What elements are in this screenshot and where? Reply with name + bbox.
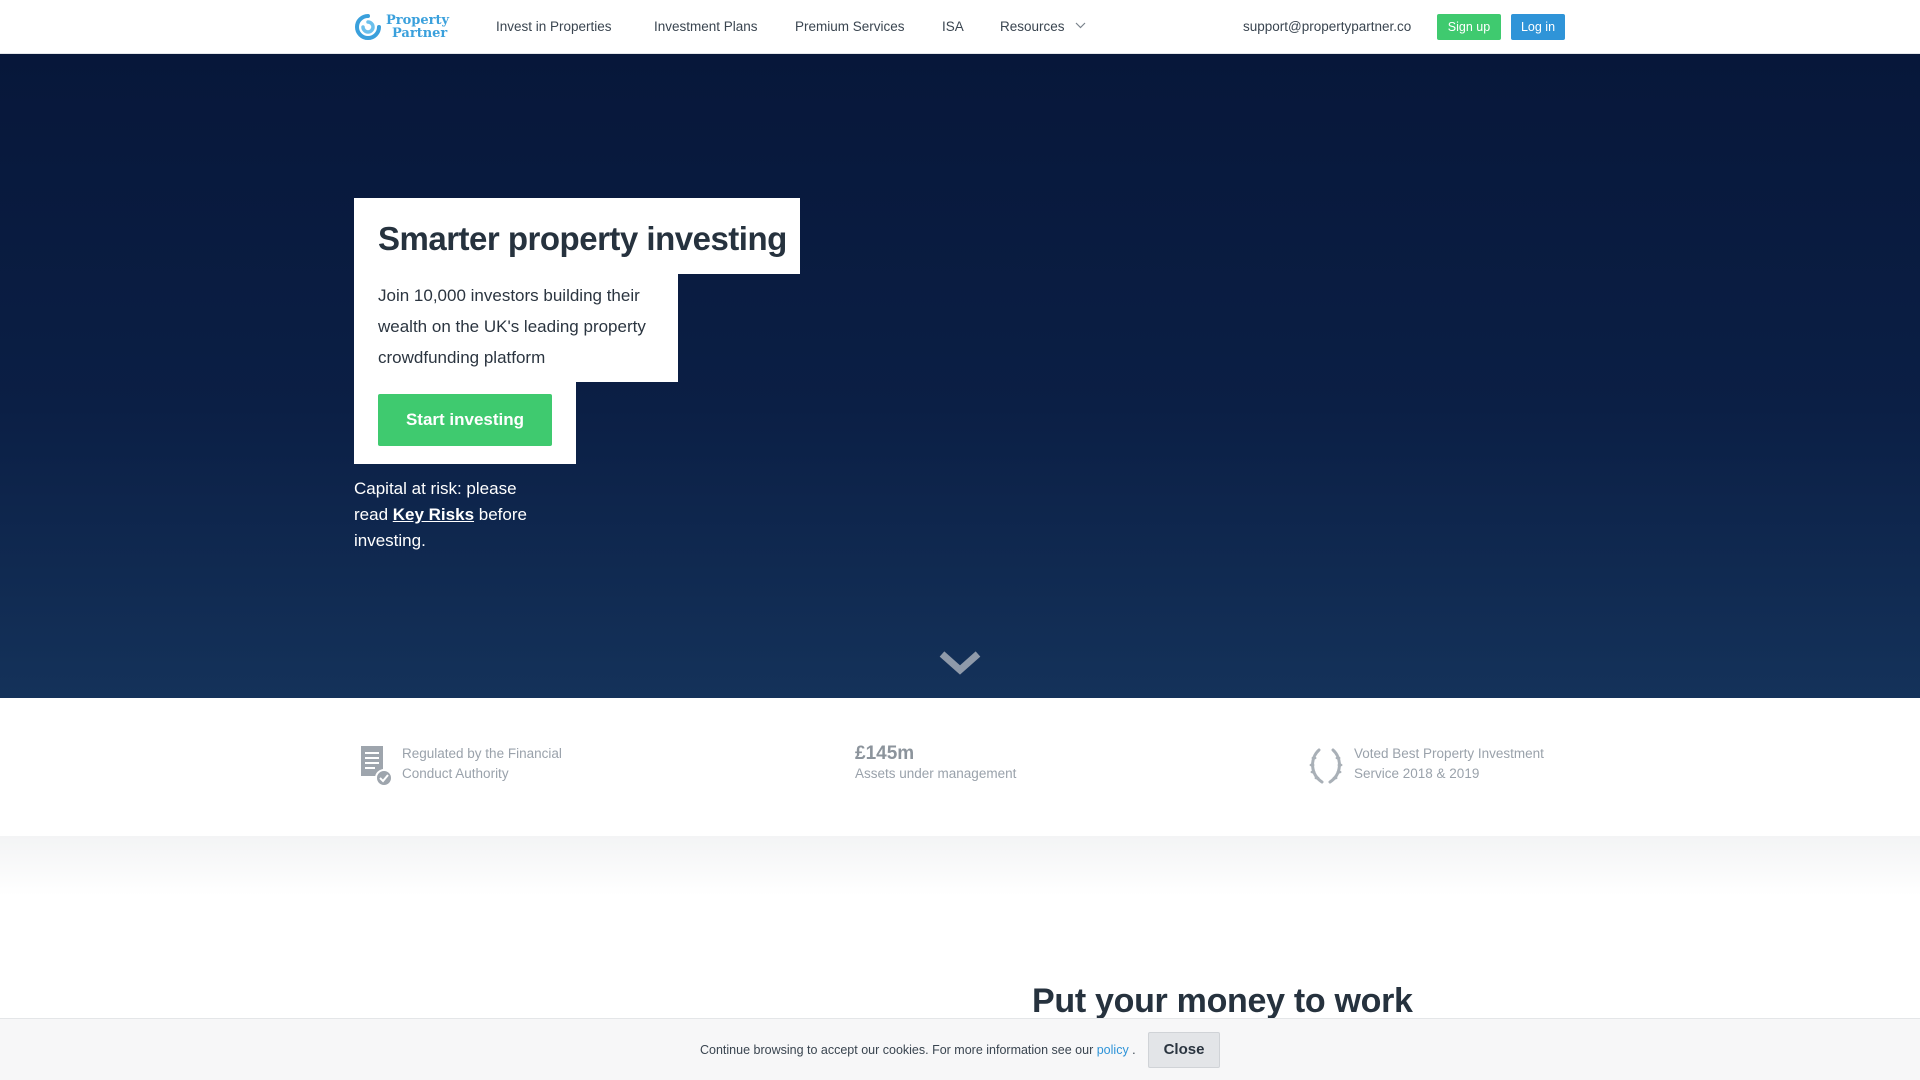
logo-text: Property Partner bbox=[386, 14, 449, 40]
cookie-text: Continue browsing to accept our cookies.… bbox=[700, 1043, 1136, 1057]
nav-resources[interactable]: Resources bbox=[1000, 19, 1086, 34]
stat-award-text: Voted Best Property Investment Service 2… bbox=[1354, 746, 1544, 781]
trust-stats-strip: Regulated by the Financial Conduct Autho… bbox=[0, 698, 1920, 836]
signup-button[interactable]: Sign up bbox=[1437, 14, 1501, 40]
risk-warning: Capital at risk: please read Key Risks b… bbox=[354, 476, 554, 554]
laurel-wreath-icon bbox=[1309, 748, 1343, 784]
logo[interactable]: Property Partner bbox=[354, 12, 449, 42]
cookie-suffix: . bbox=[1128, 1043, 1136, 1057]
hero-cta-box: Start investing bbox=[354, 382, 576, 464]
logo-line-2: Partner bbox=[392, 26, 448, 41]
support-email-link[interactable]: support@propertypartner.co bbox=[1243, 19, 1411, 34]
hero-title-box: Smarter property investing bbox=[354, 198, 800, 274]
nav-investment-plans[interactable]: Investment Plans bbox=[654, 19, 758, 34]
stat-fca-text: Regulated by the Financial Conduct Autho… bbox=[402, 746, 562, 781]
chevron-down-icon bbox=[1075, 22, 1086, 29]
login-button[interactable]: Log in bbox=[1511, 14, 1565, 40]
nav-premium-services[interactable]: Premium Services bbox=[795, 19, 905, 34]
stat-aum-block: £145m Assets under management bbox=[855, 744, 1016, 784]
hero-subtitle: Join 10,000 investors building their wea… bbox=[378, 286, 646, 367]
key-risks-link[interactable]: Key Risks bbox=[393, 505, 474, 524]
stat-aum: £145m Assets under management bbox=[855, 744, 1016, 784]
start-investing-button[interactable]: Start investing bbox=[378, 394, 552, 446]
nav-isa[interactable]: ISA bbox=[942, 19, 964, 34]
logo-swirl-icon bbox=[355, 14, 381, 40]
stat-aum-value: £145m bbox=[855, 743, 915, 764]
hero-subtitle-box: Join 10,000 investors building their wea… bbox=[354, 274, 678, 382]
hero-title: Smarter property investing bbox=[378, 220, 787, 257]
cookie-policy-link[interactable]: policy bbox=[1097, 1043, 1129, 1057]
cookie-message: Continue browsing to accept our cookies.… bbox=[700, 1043, 1097, 1057]
stat-aum-label: Assets under management bbox=[855, 766, 1017, 781]
hero-section: Smarter property investing Join 10,000 i… bbox=[0, 54, 1920, 698]
section-heading: Put your money to work bbox=[1032, 982, 1413, 1020]
site-header: Property Partner Invest in Properties In… bbox=[0, 0, 1920, 54]
nav-invest-in-properties[interactable]: Invest in Properties bbox=[496, 19, 612, 34]
cookie-close-button[interactable]: Close bbox=[1148, 1032, 1220, 1068]
nav-resources-label: Resources bbox=[1000, 19, 1065, 34]
stat-award: Voted Best Property Investment Service 2… bbox=[1306, 744, 1560, 788]
document-check-icon bbox=[361, 746, 393, 787]
scroll-down-chevron-icon[interactable] bbox=[938, 648, 982, 678]
cookie-banner: Continue browsing to accept our cookies.… bbox=[0, 1018, 1920, 1080]
stat-fca: Regulated by the Financial Conduct Autho… bbox=[354, 744, 582, 788]
